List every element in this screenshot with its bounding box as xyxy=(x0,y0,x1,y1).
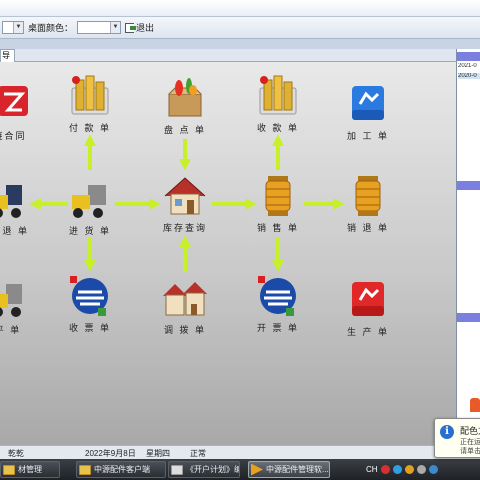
node-stock-query[interactable]: 库存查询 xyxy=(155,174,215,234)
safety-production-icon xyxy=(352,86,384,120)
panel-header-bar xyxy=(457,181,480,190)
toolbar-select-left[interactable]: ▼ xyxy=(2,21,24,34)
status-weekday: 星期四 xyxy=(146,449,170,458)
spool-icon xyxy=(355,176,381,216)
node-inventory-count[interactable]: 盘 点 单 xyxy=(155,76,215,136)
desktop-color-label: 桌面颜色： xyxy=(28,23,74,33)
forklift-icon xyxy=(0,284,22,317)
node-label: 生 产 单 xyxy=(346,327,389,337)
status-bar: 乾乾 2022年9月8日 星期四 正常 xyxy=(0,445,480,459)
house-icon xyxy=(164,177,206,215)
network-icon[interactable] xyxy=(392,465,402,474)
tab-strip: 导航 xyxy=(0,49,456,62)
taskbar-item-label: 《开户计划》编... xyxy=(186,465,239,474)
info-icon[interactable] xyxy=(428,465,438,474)
taskbar: 材管理 中源配件客户端 《开户计划》编... 中源配件管理软... CH xyxy=(0,459,480,480)
node-production[interactable]: 生 产 单 xyxy=(338,278,398,338)
right-panel: 2021-0 2020-0 xyxy=(456,49,480,445)
taskbar-item-label: 中源配件客户端 xyxy=(94,465,150,474)
panel-header-bar xyxy=(457,313,480,322)
node-receipt[interactable]: 收 款 单 xyxy=(248,74,308,134)
node-balance[interactable]: 平 单 xyxy=(0,276,38,336)
status-date: 2022年9月8日 xyxy=(85,449,136,458)
node-sales-return[interactable]: 销 退 单 xyxy=(338,174,398,234)
desktop-color-select[interactable]: ▼ xyxy=(77,21,122,34)
list-item[interactable]: 2021-0 xyxy=(458,63,480,69)
node-label: 收 票 单 xyxy=(68,323,111,333)
volume-icon[interactable] xyxy=(416,465,426,474)
notification-title: 配色方 xyxy=(460,426,480,436)
taskbar-item[interactable]: 中源配件客户端 xyxy=(76,461,166,478)
status-state: 正常 xyxy=(190,449,206,458)
toolbar: ▼ 桌面颜色： ▼ 退出 xyxy=(0,17,480,39)
list-item[interactable]: 2020-0 xyxy=(458,73,480,79)
node-purchase[interactable]: 进 货 单 xyxy=(60,177,120,237)
notification-balloon[interactable]: i 配色方 正在运行 请单击此 xyxy=(434,418,480,458)
chevron-down-icon: ▼ xyxy=(13,22,23,33)
node-label: 进 货 单 xyxy=(68,226,111,236)
navigation-canvas: 链合同 付 款 单 盘 点 单 收 款 单 xyxy=(0,62,456,445)
node-label: 加 工 单 xyxy=(346,131,389,141)
node-transfer[interactable]: 调 拨 单 xyxy=(155,276,215,336)
cloud-logo-icon xyxy=(0,86,28,116)
node-issue-invoice[interactable]: 开 票 单 xyxy=(248,274,308,334)
node-sales[interactable]: 销 售 单 xyxy=(248,174,308,234)
folder-icon xyxy=(3,464,15,475)
node-payment[interactable]: 付 款 单 xyxy=(60,74,120,134)
node-label: 链合同 xyxy=(0,131,27,141)
spool-icon xyxy=(265,176,291,216)
node-purchase-return[interactable]: 进 退 单 xyxy=(0,177,38,237)
taskbar-item[interactable]: 中源配件管理软... xyxy=(248,461,330,478)
input-language[interactable]: CH xyxy=(366,465,378,474)
node-receive-invoice[interactable]: 收 票 单 xyxy=(60,274,120,334)
safety-production-icon xyxy=(352,282,384,316)
system-tray: CH xyxy=(366,462,438,477)
node-label: 平 单 xyxy=(0,325,22,335)
forklift-icon xyxy=(72,185,106,218)
invoice-logo-icon xyxy=(70,276,108,316)
exit-icon xyxy=(125,22,137,33)
node-label: 付 款 单 xyxy=(68,123,111,133)
node-label: 调 拨 单 xyxy=(163,325,206,335)
houses-icon xyxy=(163,282,207,316)
chevron-down-icon: ▼ xyxy=(110,22,121,33)
taskbar-item[interactable]: 《开户计划》编... xyxy=(168,461,240,478)
exit-button[interactable]: 退出 xyxy=(125,21,154,34)
document-icon xyxy=(171,464,183,475)
node-label: 进 退 单 xyxy=(0,226,29,236)
notification-flag-icon xyxy=(470,398,480,412)
status-user: 乾乾 xyxy=(8,449,24,458)
node-processing[interactable]: 加 工 单 xyxy=(338,82,398,142)
antivirus-icon[interactable] xyxy=(380,465,390,474)
node-label: 库存查询 xyxy=(162,223,207,233)
info-icon: i xyxy=(440,425,454,439)
coins-icon xyxy=(259,75,297,115)
node-label: 开 票 单 xyxy=(256,323,299,333)
app-tray-icon[interactable] xyxy=(404,465,414,474)
forklift-icon xyxy=(0,185,22,218)
taskbar-item-label: 材管理 xyxy=(18,465,42,474)
node-label: 销 退 单 xyxy=(346,223,389,233)
box-vegetables-icon xyxy=(168,78,202,117)
node-cloud-contract[interactable]: 链合同 xyxy=(0,82,40,142)
folder-icon xyxy=(79,464,91,475)
tab-navigation[interactable]: 导航 xyxy=(0,49,15,62)
node-label: 盘 点 单 xyxy=(163,125,206,135)
node-label: 收 款 单 xyxy=(256,123,299,133)
exit-label: 退出 xyxy=(136,23,155,33)
notification-line: 请单击此 xyxy=(460,448,480,455)
app-logo-icon xyxy=(251,463,263,476)
invoice-logo-icon xyxy=(258,276,296,316)
tab-label: 导航 xyxy=(2,51,10,60)
coins-icon xyxy=(71,75,109,115)
title-bar xyxy=(0,0,480,17)
node-label: 销 售 单 xyxy=(256,223,299,233)
taskbar-item[interactable]: 材管理 xyxy=(0,461,60,478)
panel-header-bar xyxy=(457,52,480,61)
taskbar-item-label: 中源配件管理软... xyxy=(266,465,329,474)
